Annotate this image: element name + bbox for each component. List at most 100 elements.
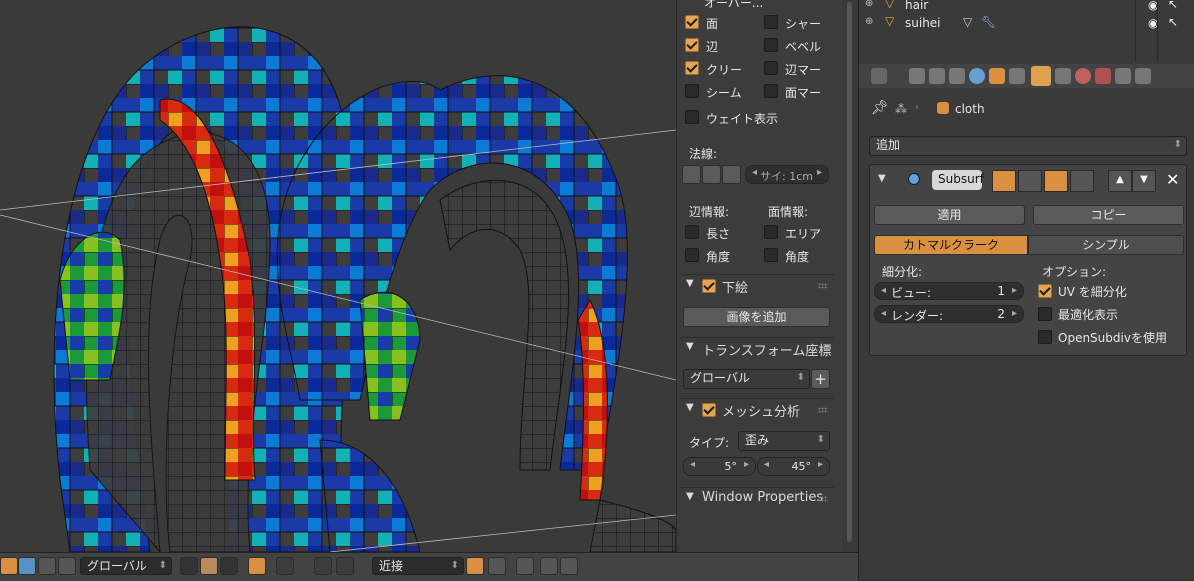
snap-project-icon[interactable] xyxy=(516,557,534,575)
edge-select-icon[interactable] xyxy=(200,557,218,575)
collapse-triangle-icon[interactable]: ▼ xyxy=(878,173,886,184)
drag-grip-icon[interactable] xyxy=(818,283,828,289)
analysis-type-select[interactable]: 歪み xyxy=(738,431,830,451)
overlay-face-checkbox[interactable] xyxy=(685,15,699,29)
wrench-icon[interactable]: 🔧︎ xyxy=(981,15,996,29)
background-images-checkbox[interactable] xyxy=(702,279,716,293)
overlay-seam-checkbox[interactable] xyxy=(685,84,699,98)
snap-toggle-icon[interactable] xyxy=(336,557,354,575)
viewport-eye-icon[interactable] xyxy=(1018,170,1042,192)
opensubdiv-checkbox[interactable] xyxy=(1038,330,1052,344)
catmull-clark-tab[interactable]: カトマルクラーク xyxy=(874,235,1028,255)
object-tab-icon[interactable] xyxy=(989,68,1005,84)
expand-icon[interactable]: ⊕ xyxy=(865,16,873,27)
mesh-render xyxy=(0,0,676,552)
face-angle-checkbox[interactable] xyxy=(764,248,778,262)
modifiers-tab-icon[interactable] xyxy=(1031,66,1051,86)
select-cursor-icon[interactable]: ↖ xyxy=(1168,15,1178,29)
edge-angle-checkbox[interactable] xyxy=(685,248,699,262)
copy-button[interactable]: コピー xyxy=(1033,205,1184,225)
proportional-edit-icon[interactable] xyxy=(276,557,294,575)
drag-grip-icon[interactable] xyxy=(818,407,828,413)
overlay-face-marks-checkbox[interactable] xyxy=(764,84,778,98)
editor-type-icon[interactable] xyxy=(871,68,887,84)
object-cube-icon xyxy=(937,102,949,114)
add-image-button[interactable]: 画像を追加 xyxy=(683,307,830,327)
world-tab-icon[interactable] xyxy=(969,68,985,84)
edit-mode-toggle-icon[interactable] xyxy=(1044,170,1068,192)
physics-tab-icon[interactable] xyxy=(1135,68,1151,84)
outliner-row[interactable]: ⊕ ▽ suihei ▽ 🔧︎ ◉ ↖ xyxy=(863,13,1193,33)
outliner-item-name[interactable]: suihei xyxy=(905,16,941,30)
falloff-icon[interactable] xyxy=(314,557,332,575)
add-orientation-button[interactable]: + xyxy=(811,369,830,389)
manipulator-toggle-icon[interactable] xyxy=(0,557,18,575)
render-toggle-icon[interactable] xyxy=(992,170,1016,192)
npanel-scrollbar[interactable] xyxy=(842,0,858,552)
face-select-icon[interactable] xyxy=(220,557,238,575)
edge-length-checkbox[interactable] xyxy=(685,225,699,239)
overlay-crease-checkbox[interactable] xyxy=(685,61,699,75)
drag-grip-icon[interactable] xyxy=(818,496,828,502)
snap-align-icon[interactable] xyxy=(488,557,506,575)
outliner: ⊕ ▽ hair ◉ ↖ ⊕ ▽ suihei ▽ 🔧︎ ◉ ↖ xyxy=(858,0,1194,62)
overlay-bevel-checkbox[interactable] xyxy=(764,38,778,52)
view-levels-field[interactable]: ◂ ビュー: 1 ▸ xyxy=(874,282,1024,300)
analysis-max-field[interactable]: ◂ 45° ▸ xyxy=(757,457,830,476)
vertex-select-icon[interactable] xyxy=(180,557,198,575)
scale-icon[interactable] xyxy=(58,557,76,575)
render-tab-icon[interactable] xyxy=(909,68,925,84)
mesh-analysis-header[interactable]: ▼ メッシュ分析 xyxy=(680,398,834,420)
material-tab-icon[interactable] xyxy=(1075,68,1091,84)
weight-display-checkbox[interactable] xyxy=(685,110,699,124)
apply-button[interactable]: 適用 xyxy=(874,205,1025,225)
window-properties-header[interactable]: ▼ Window Properties xyxy=(680,487,834,508)
transform-orientation-header[interactable]: ▼ トランスフォーム座標 xyxy=(680,337,834,359)
expand-icon[interactable]: ⊕ xyxy=(865,0,873,9)
outliner-row[interactable]: ⊕ ▽ hair ◉ ↖ xyxy=(863,0,1193,14)
render-levels-field[interactable]: ◂ レンダー: 2 ▸ xyxy=(874,305,1024,323)
vertex-normals-button[interactable] xyxy=(682,165,701,184)
select-cursor-icon[interactable]: ↖ xyxy=(1168,0,1178,11)
translate-icon[interactable] xyxy=(18,557,36,575)
data-tab-icon[interactable] xyxy=(1055,68,1071,84)
analysis-min-field[interactable]: ◂ 5° ▸ xyxy=(683,457,756,476)
face-normals-button[interactable] xyxy=(722,165,741,184)
overlay-edge-marks-checkbox[interactable] xyxy=(764,61,778,75)
snap-target-icon[interactable] xyxy=(466,557,484,575)
render-animation-icon[interactable] xyxy=(560,557,578,575)
scrollbar-thumb[interactable] xyxy=(847,2,852,542)
optimal-display-checkbox[interactable] xyxy=(1038,307,1052,321)
render-layers-tab-icon[interactable] xyxy=(929,68,945,84)
render-camera-icon[interactable] xyxy=(540,557,558,575)
3d-viewport[interactable] xyxy=(0,0,676,552)
texture-tab-icon[interactable] xyxy=(1095,68,1111,84)
limit-selection-icon[interactable] xyxy=(248,557,266,575)
uv-subdivide-checkbox[interactable] xyxy=(1038,284,1052,298)
simple-tab[interactable]: シンプル xyxy=(1028,235,1184,255)
normal-size-field[interactable]: ◂ サイ: 1cm ▸ xyxy=(745,165,829,184)
overlay-sharp-checkbox[interactable] xyxy=(764,15,778,29)
background-images-header[interactable]: ▼ 下絵 xyxy=(680,274,834,296)
transform-orientation-select[interactable]: グローバル xyxy=(80,557,172,575)
snap-element-select[interactable]: 近接 xyxy=(372,557,464,575)
face-area-checkbox[interactable] xyxy=(764,225,778,239)
particles-tab-icon[interactable] xyxy=(1115,68,1131,84)
constraints-tab-icon[interactable] xyxy=(1009,68,1025,84)
properties-tab-bar xyxy=(859,64,1194,88)
remove-modifier-icon[interactable]: ✕ xyxy=(1166,170,1179,189)
mesh-analysis-checkbox[interactable] xyxy=(702,403,716,417)
move-up-icon[interactable]: ▲ xyxy=(1108,170,1132,192)
outliner-item-name[interactable]: hair xyxy=(905,0,928,12)
rotate-icon[interactable] xyxy=(38,557,56,575)
pin-icon[interactable]: 📌︎ xyxy=(871,100,889,116)
cage-toggle-icon[interactable] xyxy=(1070,170,1094,192)
modifier-name-field[interactable]: Subsurf xyxy=(932,170,984,190)
add-modifier-select[interactable]: 追加 xyxy=(869,136,1187,156)
move-down-icon[interactable]: ▼ xyxy=(1132,170,1156,192)
edge-normals-button[interactable] xyxy=(702,165,721,184)
scene-tab-icon[interactable] xyxy=(949,68,965,84)
object-name: cloth xyxy=(955,102,985,116)
overlay-edge-checkbox[interactable] xyxy=(685,38,699,52)
orientation-select[interactable]: グローバル xyxy=(683,369,810,389)
